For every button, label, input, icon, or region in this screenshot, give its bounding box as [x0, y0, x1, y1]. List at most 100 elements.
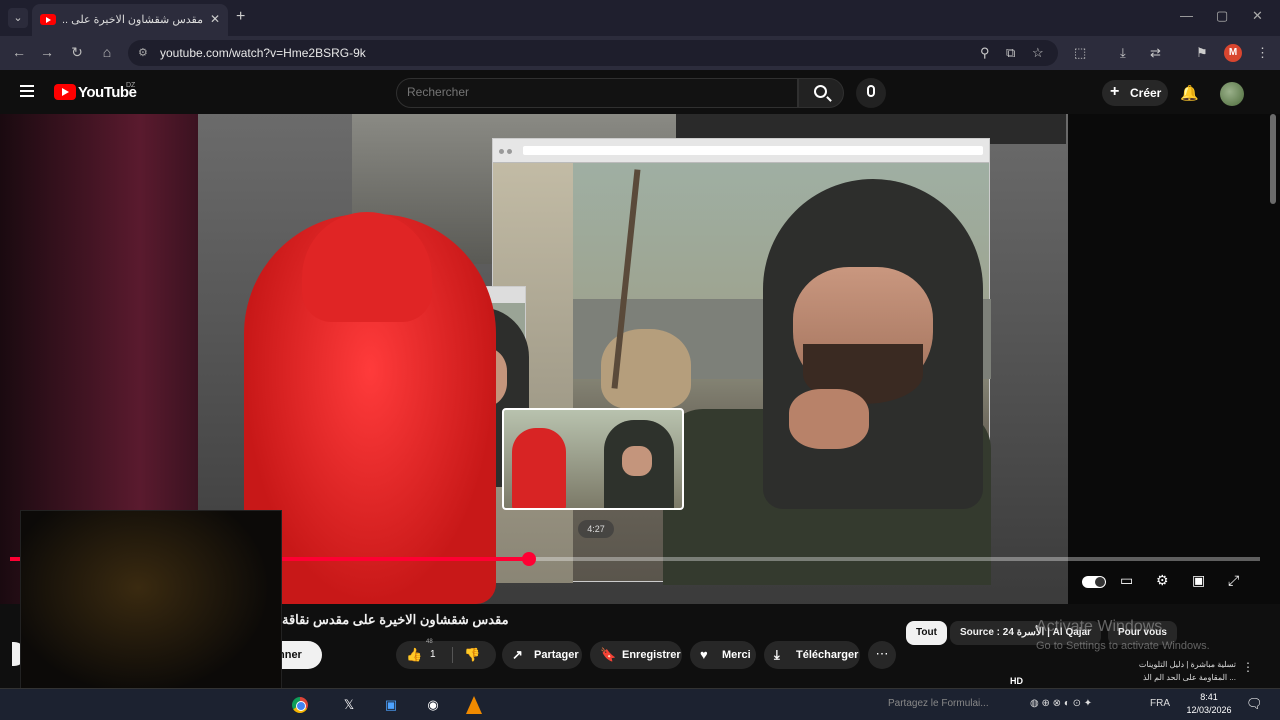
page-scrollbar[interactable] [1270, 114, 1276, 204]
menu-icon[interactable] [20, 85, 34, 97]
frame-dot [507, 149, 512, 154]
vlc-cone-icon [466, 696, 482, 714]
microphone-icon [867, 85, 875, 97]
hover-time-tooltip: 4:27 [578, 520, 614, 538]
youtube-logo-icon[interactable] [54, 84, 76, 100]
downloads-icon[interactable]: ⤓ [1120, 45, 1126, 61]
like-icon[interactable]: 👍 [406, 647, 422, 663]
browser-toolbar: ← → ↻ ⌂ ⚙ youtube.com/watch?v=Hme2BSRG-9… [0, 36, 1280, 70]
site-info-icon[interactable]: ⚙ [138, 46, 148, 59]
account-avatar[interactable] [1220, 82, 1244, 106]
taskbar-app-icon[interactable]: ▣ [380, 695, 402, 715]
tab-search-button[interactable]: ⌄ [8, 8, 28, 28]
autoplay-toggle[interactable] [1082, 576, 1106, 588]
forward-icon[interactable]: → [38, 44, 56, 60]
chip-all[interactable]: Tout [906, 621, 947, 645]
thanks-button[interactable]: ♥ Merci [690, 641, 756, 669]
fullscreen-icon[interactable]: ⤢ [1228, 572, 1239, 589]
new-tab-button[interactable]: + [236, 8, 245, 26]
youtube-favicon [40, 14, 56, 25]
webcam-overlay [20, 510, 282, 704]
plus-icon: + [1110, 83, 1120, 100]
profile-avatar[interactable]: M [1224, 44, 1242, 62]
share-button[interactable]: ↗ Partager [502, 641, 582, 669]
windows-activation-hint: Go to Settings to activate Windows. [1036, 640, 1210, 652]
related-video-title[interactable]: تسلية مباشرة | دليل التلوينات [1118, 660, 1236, 669]
taskbar-notification-text[interactable]: Partagez le Formulai... [888, 698, 989, 709]
address-bar[interactable]: ⚙ youtube.com/watch?v=Hme2BSRG-9k ⚲ ⧉ ☆ [128, 40, 1058, 66]
notifications-bell-icon[interactable]: 🔔 [1180, 84, 1199, 102]
save-button[interactable]: 🔖 Enregistrer [590, 641, 682, 669]
ambient-glow-right [1068, 114, 1280, 604]
create-label: Créer [1130, 86, 1162, 100]
reload-icon[interactable]: ↻ [68, 44, 86, 61]
url-text: youtube.com/watch?v=Hme2BSRG-9k [160, 46, 366, 60]
chrome-icon [292, 697, 308, 713]
like-divider [452, 647, 453, 663]
subtitles-icon[interactable]: ▭ [1120, 572, 1133, 589]
tab-title: مقدس شقشاون الاخيرة على .. [62, 14, 203, 26]
share-label: Partager [534, 649, 579, 661]
bookmark-star-icon[interactable]: ☆ [1032, 45, 1044, 61]
zoom-icon[interactable]: ⚲ [980, 45, 990, 61]
clock-date: 12/03/2026 [1186, 705, 1232, 715]
search-button[interactable] [798, 78, 844, 108]
share-icon: ↗ [512, 647, 523, 662]
minimize-button[interactable]: — [1180, 8, 1193, 23]
save-label: Enregistrer [622, 649, 681, 661]
tab-close-button[interactable]: ✕ [210, 12, 220, 26]
hd-badge: HD [1010, 676, 1023, 686]
back-icon[interactable]: ← [10, 44, 28, 60]
extensions-icon[interactable]: ⬚ [1074, 45, 1086, 61]
close-window-button[interactable]: ✕ [1252, 8, 1263, 24]
thumb-face [622, 446, 652, 476]
dislike-icon[interactable]: 👎 [464, 647, 480, 663]
clock-time: 8:41 [1200, 692, 1218, 702]
maximize-button[interactable]: ▢ [1216, 8, 1228, 24]
scrub-preview-thumbnail [502, 408, 684, 510]
tray-icons[interactable]: ◍ ⊕ ⊗ ◐ ⊙ ✦ [1030, 698, 1092, 709]
home-icon[interactable]: ⌂ [98, 44, 116, 60]
scrub-handle[interactable] [521, 552, 536, 566]
install-app-icon[interactable]: ⧉ [1006, 45, 1015, 61]
youtube-masthead: YouTube DZ + Créer 🔔 [0, 70, 1280, 114]
settings-gear-icon[interactable]: ⚙ [1156, 572, 1169, 589]
related-menu-icon[interactable]: ⋮ [1242, 660, 1254, 674]
frame-window-large [492, 138, 991, 585]
country-code: DZ [126, 82, 136, 89]
theater-mode-icon[interactable]: ▣ [1192, 572, 1205, 589]
language-indicator[interactable]: FRA [1150, 698, 1170, 709]
like-count-small: 48 [426, 639, 433, 645]
create-button[interactable]: + Créer [1102, 80, 1168, 106]
like-count: 1 [430, 649, 436, 660]
related-video-subtitle[interactable]: ... المقاومة على الحد الم الذ [1118, 673, 1236, 682]
search-input[interactable] [407, 85, 777, 99]
more-actions-button[interactable]: ⋯ [868, 641, 896, 669]
search-icon [814, 85, 827, 98]
windows-activation-watermark: Activate Windows [1036, 618, 1163, 635]
frame-urlbar [523, 146, 983, 155]
taskbar-recorder-icon[interactable]: ◉ [422, 695, 444, 715]
download-button[interactable]: ⤓ Télécharger [764, 641, 860, 669]
chrome-menu-icon[interactable]: ⋮ [1256, 45, 1269, 61]
translate-icon[interactable]: ⇄ [1150, 45, 1161, 61]
save-icon: 🔖 [600, 647, 617, 662]
frame-window-bar [493, 139, 989, 163]
browser-tab[interactable]: مقدس شقشاون الاخيرة على .. ✕ [32, 4, 228, 36]
taskbar-x-app-icon[interactable]: 𝕏 [338, 695, 360, 715]
frame-man-hand [789, 389, 869, 449]
taskbar-vlc[interactable] [462, 695, 484, 715]
taskbar-chrome[interactable] [288, 695, 310, 715]
thanks-icon: ♥ [700, 647, 708, 662]
thanks-label: Merci [722, 649, 751, 661]
download-label: Télécharger [796, 649, 859, 661]
video-title: مقدس شقشاون الاخيرة على مقدس نقاقة [282, 612, 509, 627]
download-icon: ⤓ [774, 647, 780, 662]
system-clock[interactable]: 8:41 12/03/2026 [1186, 691, 1232, 717]
like-dislike-group: 👍 48 1 👎 [396, 639, 496, 669]
notification-center-icon[interactable]: 🗨 [1246, 696, 1263, 712]
extension-icon[interactable]: ⚑ [1196, 45, 1208, 61]
frame-dot [499, 149, 504, 154]
windows-taskbar: 𝕏 ▣ ◉ Partagez le Formulai... ◍ ⊕ ⊗ ◐ ⊙ … [0, 688, 1280, 720]
voice-search-button[interactable] [856, 78, 886, 108]
